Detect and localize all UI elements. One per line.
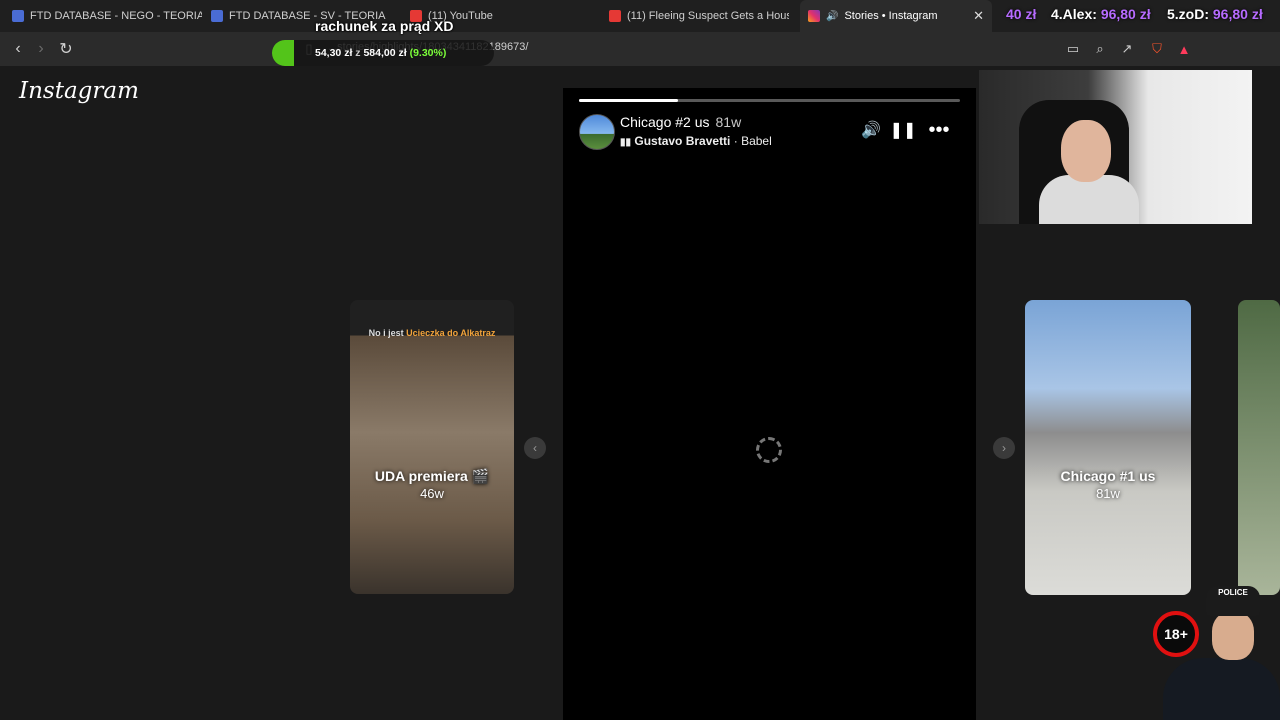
donation-separator: z	[355, 47, 361, 59]
streamer-head	[1061, 120, 1111, 182]
story-progress-bar	[579, 99, 960, 102]
previous-highlight-card[interactable]: No i jest Ucieczka do Alkatraz UDA premi…	[350, 300, 514, 594]
tab-instagram-stories[interactable]: 🔊 Stories • Instagram ✕	[800, 0, 992, 32]
tab-title: (11) Fleeing Suspect Gets a House D	[627, 10, 789, 22]
story-title[interactable]: Chicago #2 us	[620, 114, 710, 130]
story-music-row[interactable]: ▮▮ Gustavo Bravetti · Babel	[620, 134, 772, 148]
story-progress-fill	[579, 99, 679, 102]
streamer-webcam	[979, 70, 1252, 224]
brave-rewards-icon[interactable]: ▲	[1175, 40, 1193, 58]
forward-button[interactable]: ›	[30, 38, 52, 60]
leaderboard-amount: 40 zł	[1006, 6, 1037, 22]
tab-ftd-nego[interactable]: FTD DATABASE - NEGO - TEORIA	[12, 0, 202, 32]
police-face	[1212, 612, 1254, 660]
highlight-age: 81w	[1096, 486, 1120, 501]
share-icon[interactable]: ↗	[1118, 40, 1136, 58]
volume-icon[interactable]: 🔊	[859, 118, 883, 142]
tab-title: Stories • Instagram	[844, 10, 938, 22]
next-story-button[interactable]: ›	[993, 437, 1015, 459]
leaderboard-entry: 5.zoD: 96,80 zł	[1167, 6, 1263, 22]
more-options-icon[interactable]: •••	[927, 118, 951, 142]
music-artist: Gustavo Bravetti	[634, 134, 731, 148]
brave-shield-icon[interactable]: ⛉	[1148, 40, 1166, 58]
music-track: Babel	[741, 134, 772, 148]
database-icon	[12, 10, 24, 22]
further-highlight-card[interactable]	[1238, 300, 1280, 595]
reload-button[interactable]: ↻	[55, 38, 77, 60]
pause-icon[interactable]: ❚❚	[890, 118, 917, 142]
tab-fleeing-suspect[interactable]: (11) Fleeing Suspect Gets a House D	[609, 0, 789, 32]
zoom-icon[interactable]: ⌕	[1091, 40, 1109, 58]
story-age: 81w	[715, 114, 742, 130]
donation-current: 54,30 zł	[315, 47, 353, 59]
instagram-icon	[808, 10, 820, 22]
highlight-age: 46w	[420, 486, 444, 501]
leaderboard-entry: 4.Alex: 96,80 zł	[1051, 6, 1151, 22]
story-avatar[interactable]	[579, 114, 615, 150]
donation-percent: (9.30%)	[409, 47, 447, 59]
police-uniform	[1163, 658, 1280, 720]
back-button[interactable]: ‹	[7, 38, 29, 60]
previous-story-button[interactable]: ‹	[524, 437, 546, 459]
story-viewer[interactable]: Chicago #2 us 81w ▮▮ Gustavo Bravetti · B…	[563, 88, 976, 720]
music-separator: ·	[733, 134, 738, 148]
instagram-logo[interactable]: Instagram	[19, 78, 139, 104]
poster-headline: No i jest Ucieczka do Alkatraz	[350, 328, 514, 338]
music-bars-icon: ▮▮	[620, 137, 632, 148]
speaker-icon: 🔊	[826, 10, 839, 22]
youtube-icon	[609, 10, 621, 22]
leaderboard-name: 5.zoD:	[1167, 6, 1209, 22]
screen-cast-icon[interactable]: ▭	[1064, 40, 1082, 58]
next-highlight-card[interactable]: Chicago #1 us 81w	[1025, 300, 1191, 595]
highlight-name: Chicago #1 us	[1060, 468, 1156, 484]
leaderboard-amount: 96,80 zł	[1100, 6, 1151, 22]
age-restriction-badge: 18+	[1153, 611, 1199, 657]
tab-title: FTD DATABASE - NEGO - TEORIA	[30, 10, 202, 22]
donation-goal-bar: 54,30 zł z 584,00 zł (9.30%)	[272, 40, 494, 66]
leaderboard-amount: 96,80 zł	[1212, 6, 1263, 22]
police-cap-text: POLICE	[1218, 588, 1248, 597]
close-tab-icon[interactable]: ✕	[973, 8, 984, 24]
leaderboard-entry: 40 zł	[1006, 6, 1036, 22]
leaderboard-name: 4.Alex:	[1051, 6, 1097, 22]
streamer-shirt	[1039, 175, 1139, 224]
donation-progress-fill	[272, 40, 294, 66]
loading-spinner	[756, 437, 782, 463]
database-icon	[211, 10, 223, 22]
poster-highlight: Ucieczka do Alkatraz	[406, 328, 496, 338]
donation-goal: 584,00 zł	[363, 47, 407, 59]
stream-overlay-title: rachunek za prąd XD	[315, 18, 454, 34]
browser-toolbar: ‹ › ↻ ▯ ...stories/highlights/1803434118…	[0, 32, 1280, 66]
poster-prefix: No i jest	[368, 328, 407, 338]
story-title-row: Chicago #2 us 81w	[620, 114, 741, 130]
highlight-name: UDA premiera 🎬	[374, 468, 490, 484]
